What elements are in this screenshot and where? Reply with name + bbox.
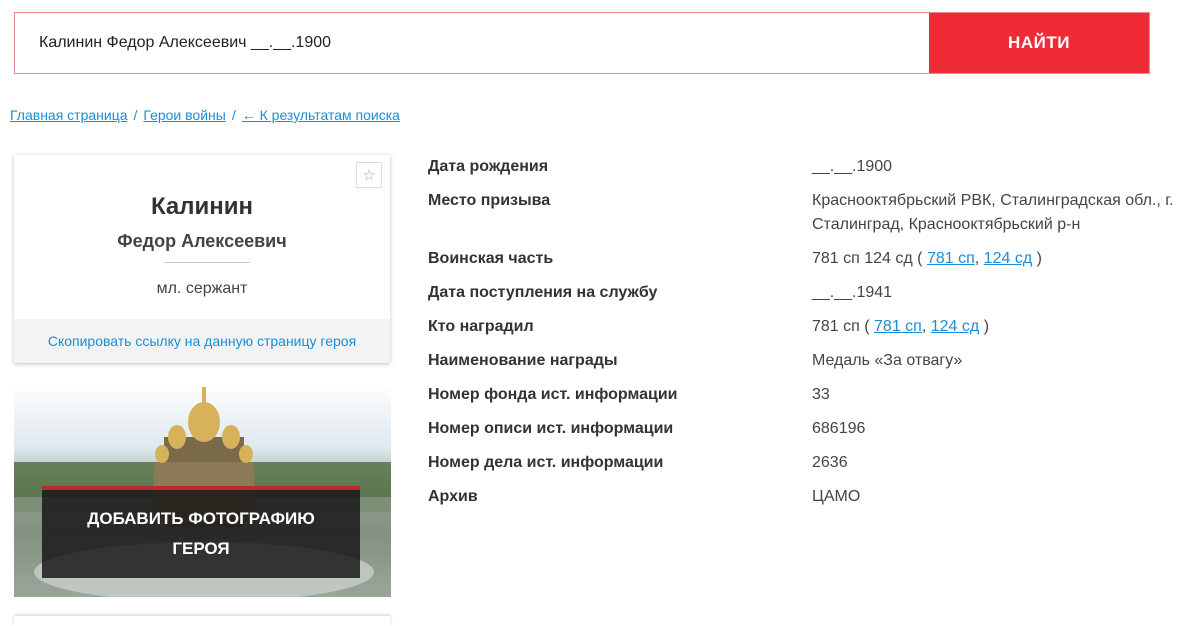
detail-row-award-name: Наименование награды Медаль «За отвагу» xyxy=(428,349,1188,373)
detail-value: __.__.1941 xyxy=(812,284,893,301)
awarded-by-suffix: ) xyxy=(983,318,990,335)
favorite-button[interactable]: ☆ xyxy=(356,162,382,188)
breadcrumb-home-link[interactable]: Главная страница xyxy=(10,107,128,123)
add-photo-label: ДОБАВИТЬ ФОТОГРАФИЮ ГЕРОЯ xyxy=(87,509,315,558)
detail-row-awarded-by: Кто наградил 781 сп ( 781 сп, 124 сд ) xyxy=(428,315,1188,339)
breadcrumb-separator: / xyxy=(133,107,138,123)
detail-row-archive: Архив ЦАМО xyxy=(428,485,1188,509)
unit-suffix: ) xyxy=(1036,250,1042,267)
add-photo-banner[interactable]: ДОБАВИТЬ ФОТОГРАФИЮ ГЕРОЯ xyxy=(14,382,391,597)
hero-details: Дата рождения __.__.1900 Место призыва К… xyxy=(428,155,1188,519)
detail-label: Номер дела ист. информации xyxy=(428,454,664,471)
awarded-by-link-regiment[interactable]: 781 сп xyxy=(874,318,922,335)
unit-prefix: 781 сп 124 сд ( xyxy=(812,250,923,267)
breadcrumb: Главная страница / Герои войны / ← К результ… xyxy=(10,107,400,123)
copy-link-bar: Скопировать ссылку на данную страницу ге… xyxy=(14,319,390,363)
detail-label: Дата рождения xyxy=(428,158,549,175)
star-icon: ☆ xyxy=(362,167,376,184)
breadcrumb-heroes-link[interactable]: Герои войны xyxy=(143,107,225,123)
detail-row-service-start: Дата поступления на службу __.__.1941 xyxy=(428,281,1188,305)
detail-label: Номер фонда ист. информации xyxy=(428,386,678,403)
detail-value: ЦАМО xyxy=(812,488,861,505)
detail-label: Наименование награды xyxy=(428,352,618,369)
next-card-edge xyxy=(14,616,390,626)
awarded-by-link-division[interactable]: 124 сд xyxy=(931,318,979,335)
unit-link-division[interactable]: 124 сд xyxy=(984,250,1032,267)
awarded-by-prefix: 781 сп ( xyxy=(812,318,870,335)
detail-value: Медаль «За отвагу» xyxy=(812,352,963,369)
comma: , xyxy=(921,318,927,335)
detail-row-delo: Номер дела ист. информации 2636 xyxy=(428,451,1188,475)
detail-row-draft-place: Место призыва Краснооктябрьский РВК, Ста… xyxy=(428,189,1188,237)
detail-label: Дата поступления на службу xyxy=(428,284,658,301)
detail-value: 2636 xyxy=(812,454,848,471)
back-to-results-link[interactable]: ← К результатам поиска xyxy=(242,107,400,123)
detail-row-birth-date: Дата рождения __.__.1900 xyxy=(428,155,1188,179)
add-photo-button[interactable]: ДОБАВИТЬ ФОТОГРАФИЮ ГЕРОЯ xyxy=(42,486,360,578)
hero-rank: мл. сержант xyxy=(156,280,248,297)
detail-value: Краснооктябрьский РВК, Сталинградская об… xyxy=(812,192,1174,233)
detail-label: Кто наградил xyxy=(428,318,534,335)
divider xyxy=(164,262,250,263)
search-button[interactable]: НАЙТИ xyxy=(929,13,1149,73)
comma: , xyxy=(974,250,980,267)
detail-value: __.__.1900 xyxy=(812,158,893,175)
hero-card: ☆ Калинин Федор Алексеевич мл. сержант С… xyxy=(14,155,390,363)
detail-value: 781 сп 124 сд ( 781 сп, 124 сд ) xyxy=(812,247,1184,271)
detail-label: Место призыва xyxy=(428,192,551,209)
detail-row-fond: Номер фонда ист. информации 33 xyxy=(428,383,1188,407)
detail-row-unit: Воинская часть 781 сп 124 сд ( 781 сп, 1… xyxy=(428,247,1188,271)
copy-link-button[interactable]: Скопировать ссылку на данную страницу ге… xyxy=(48,333,356,349)
detail-value: 686196 xyxy=(812,420,866,437)
hero-names: Федор Алексеевич xyxy=(117,231,287,251)
search-input[interactable] xyxy=(15,13,929,73)
hero-surname: Калинин xyxy=(150,193,254,220)
detail-row-opis: Номер описи ист. информации 686196 xyxy=(428,417,1188,441)
breadcrumb-separator: / xyxy=(231,107,236,123)
detail-value: 33 xyxy=(812,386,830,403)
detail-label: Воинская часть xyxy=(428,250,554,267)
detail-value: 781 сп ( 781 сп, 124 сд ) xyxy=(812,315,1184,339)
detail-label: Номер описи ист. информации xyxy=(428,420,674,437)
unit-link-regiment[interactable]: 781 сп xyxy=(927,250,975,267)
search-bar: НАЙТИ xyxy=(14,12,1150,74)
detail-label: Архив xyxy=(428,488,478,505)
